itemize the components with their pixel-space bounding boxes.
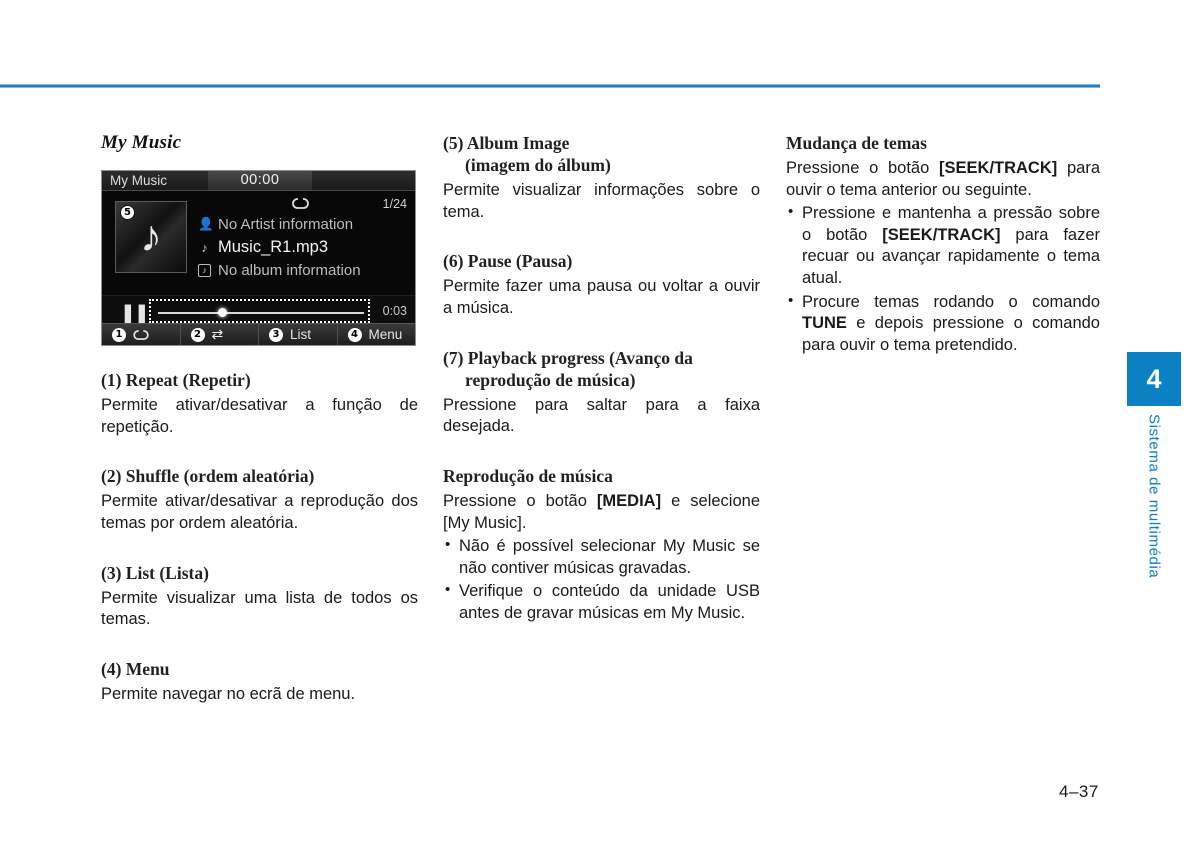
track-change-notes: Pressione e mantenha a pressão sobre o b…	[786, 202, 1100, 357]
heading-album-image: (5) Album Image (imagem do álbum)	[443, 132, 760, 176]
pause-icon[interactable]: ❚❚	[120, 302, 150, 324]
heading-menu: (4) Menu	[101, 658, 170, 679]
list-item: Pressione e mantenha a pressão sobre o b…	[786, 202, 1100, 289]
device-now-playing: 5 ♪ 1/24 👤 No Artist information ♪ Music…	[102, 191, 415, 295]
artist-row: 👤 No Artist information	[198, 213, 409, 236]
text-music-playback-part1: Pressione o botão	[443, 491, 597, 510]
bottom-index-2: 2	[190, 327, 205, 342]
heading-playback-progress-l1: (7) Playback progress (Avanço da	[443, 347, 693, 368]
media-button-ref: [MEDIA]	[596, 491, 662, 510]
text-music-playback: Pressione o botão [MEDIA] e selecione [M…	[443, 491, 760, 534]
shuffle-icon: ⇄	[211, 326, 224, 342]
album-icon: ♪	[198, 264, 211, 277]
bottom-index-3: 3	[269, 327, 283, 342]
my-music-player-screenshot: My Music 00:00 5 ♪ 1/24 👤 No Artist info…	[101, 170, 416, 346]
seek-track-button-ref: [SEEK/TRACK]	[882, 225, 1001, 244]
chapter-label-text: Sistema de multimédia	[1145, 414, 1163, 579]
bottom-button-list[interactable]: 3 List	[259, 324, 338, 345]
text-track-change: Pressione o botão [SEEK/TRACK] para ouvi…	[786, 158, 1100, 201]
track-counter: 1/24	[382, 197, 407, 211]
heading-album-image-l2: (imagem do álbum)	[465, 155, 611, 176]
elapsed-time: 0:03	[382, 304, 407, 318]
text-shuffle: Permite ativar/desativar a reprodução do…	[101, 492, 418, 532]
bullet2-part1: Procure temas rodando o comando	[802, 292, 1100, 311]
heading-pause: (6) Pause (Pausa)	[443, 251, 573, 272]
repeat-icon	[292, 197, 309, 212]
list-item: Verifique o conteúdo da unidade USB ante…	[443, 580, 760, 624]
device-title: My Music	[110, 173, 167, 188]
bottom-index-1: 1	[112, 327, 126, 342]
heading-shuffle: (2) Shuffle (ordem aleatória)	[101, 466, 315, 487]
text-list: Permite visualizar uma lista de todos os…	[101, 588, 418, 629]
heading-music-playback: Reprodução de música	[443, 465, 613, 486]
text-album-image: Permite visualizar informações sobre o t…	[443, 181, 760, 221]
tune-knob-ref: TUNE	[802, 314, 847, 333]
bottom-label-list: List	[290, 327, 312, 342]
column-left: My Music	[101, 132, 418, 165]
heading-repeat: (1) Repeat (Repetir)	[101, 370, 251, 390]
device-clock: 00:00	[208, 171, 312, 190]
album-text: No album information	[218, 262, 361, 279]
bottom-button-shuffle[interactable]: 2 ⇄	[181, 324, 259, 345]
chapter-number: 4	[1146, 364, 1162, 394]
music-playback-notes: Não é possível selecionar My Music se nã…	[443, 535, 760, 624]
bottom-button-repeat[interactable]: 1	[102, 324, 181, 345]
text-playback-progress: Pressione para saltar para a faixa desej…	[443, 395, 760, 436]
callout-marker-5: 5	[120, 205, 135, 220]
music-note-icon: ♪	[140, 212, 162, 261]
repeat-icon-svg	[292, 197, 309, 209]
column-left-body: (1) Repeat (Repetir) Permite ativar/desa…	[101, 369, 418, 705]
column-middle: (5) Album Image (imagem do álbum) Permit…	[443, 132, 760, 625]
track-text: Music_R1.mp3	[218, 238, 329, 256]
heading-playback-progress-l2: reprodução de música)	[465, 369, 636, 390]
section-title: My Music	[101, 132, 182, 153]
bullet2-part2: e depois pressione o comando para ouvir …	[802, 314, 1100, 354]
manual-page: My Music My Music 00:00 5 ♪ 1/24 👤 No Ar…	[0, 0, 1200, 859]
bottom-index-4: 4	[347, 327, 362, 342]
heading-list: (3) List (Lista)	[101, 562, 209, 583]
text-track-change-part1: Pressione o botão	[786, 159, 940, 178]
list-item: Não é possível selecionar My Music se nã…	[443, 535, 760, 579]
repeat-icon	[133, 327, 149, 343]
heading-album-image-l1: (5) Album Image	[443, 133, 570, 153]
heading-playback-progress: (7) Playback progress (Avanço da reprodu…	[443, 347, 760, 391]
page-number: 4–37	[1059, 782, 1099, 801]
track-row: ♪ Music_R1.mp3	[198, 236, 409, 259]
text-menu: Permite navegar no ecrã de menu.	[101, 684, 356, 703]
bottom-label-menu: Menu	[368, 327, 403, 342]
progress-handle[interactable]	[217, 308, 227, 317]
column-right: Mudança de temas Pressione o botão [SEEK…	[786, 132, 1100, 357]
music-note-icon: ♪	[201, 240, 208, 255]
text-pause: Permite fazer uma pausa ou voltar a ouvi…	[443, 277, 760, 317]
person-icon: 👤	[198, 217, 214, 231]
chapter-tab: 4	[1127, 352, 1181, 406]
text-repeat: Permite ativar/desativar a função de rep…	[101, 396, 418, 436]
seek-track-button-ref: [SEEK/TRACK]	[939, 159, 1058, 178]
device-bottom-bar: 1 2 ⇄ 3 List 4 Menu	[102, 323, 415, 345]
chapter-label: Sistema de multimédia	[1127, 414, 1181, 582]
track-info-list: 👤 No Artist information ♪ Music_R1.mp3 ♪…	[198, 213, 409, 282]
artist-text: No Artist information	[218, 216, 354, 233]
playback-progress-bar[interactable]	[149, 299, 370, 323]
header-rule	[0, 84, 1100, 88]
album-row: ♪ No album information	[198, 259, 409, 282]
bottom-button-menu[interactable]: 4 Menu	[338, 324, 416, 345]
heading-track-change: Mudança de temas	[786, 133, 927, 153]
list-item: Procure temas rodando o comando TUNE e d…	[786, 291, 1100, 357]
progress-track	[158, 312, 364, 314]
device-progress-area: 6 7 ❚❚ 0:03	[102, 295, 415, 325]
device-top-bar: My Music 00:00	[102, 171, 415, 191]
